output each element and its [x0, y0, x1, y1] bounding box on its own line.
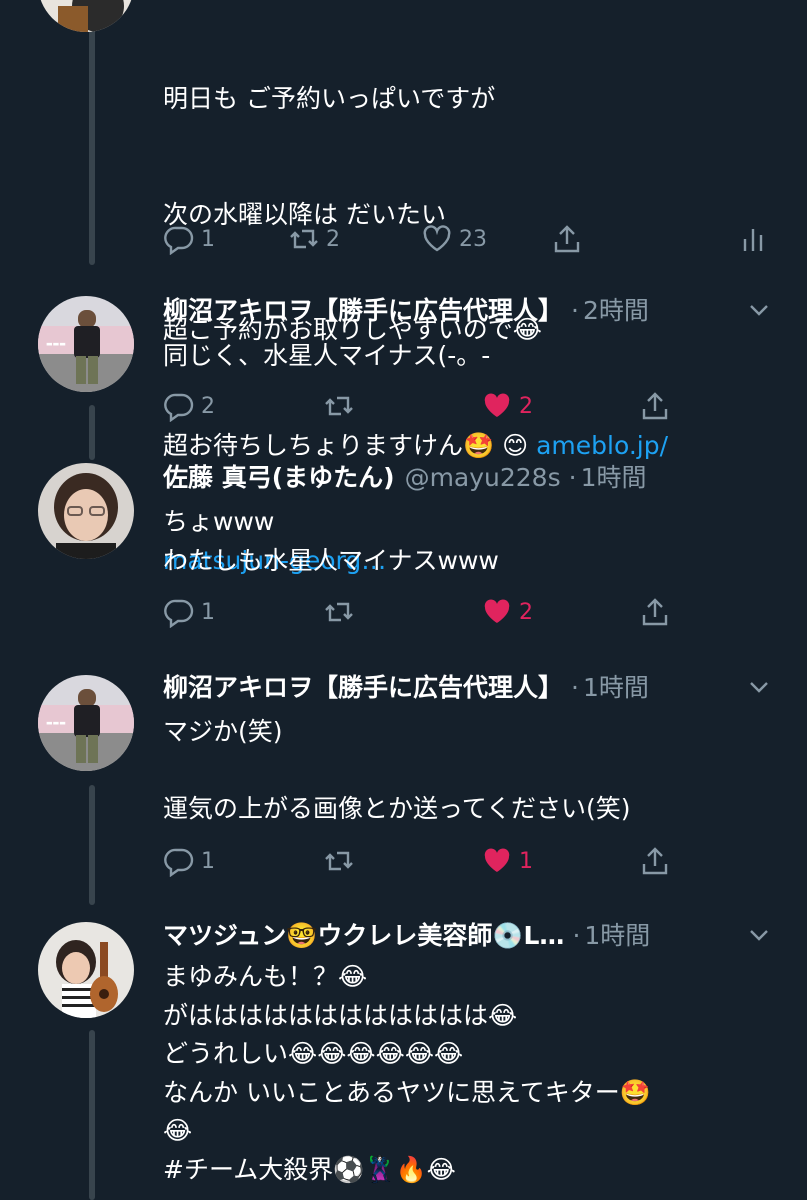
avatar[interactable]: ▬▬▬ — [38, 675, 134, 771]
like-icon — [484, 393, 510, 417]
reply-icon — [164, 599, 194, 628]
timestamp[interactable]: 1時間 — [581, 459, 647, 497]
tweet-text: ちょwww わたしも水星人マイナスwww — [163, 507, 499, 575]
analytics-icon — [743, 229, 763, 251]
retweet-icon — [325, 396, 353, 416]
share-icon — [642, 392, 668, 420]
reply-icon — [164, 393, 194, 422]
retweet-icon — [290, 229, 318, 249]
reply-icon — [164, 226, 194, 255]
like-icon — [423, 225, 451, 252]
reply-count: 2 — [201, 393, 215, 419]
analytics-button[interactable] — [737, 219, 769, 259]
like-button[interactable]: 2 — [481, 592, 533, 632]
avatar[interactable] — [38, 463, 134, 559]
tweet-text: まゆみんも！？😂 がはははははははははははは😂 どうれしい😂😂😂😂😂😂 なんか … — [163, 962, 651, 1184]
display-name[interactable]: 佐藤 真弓(まゆたん) — [163, 459, 395, 497]
like-count: 2 — [519, 599, 533, 625]
svg-text:▬▬▬: ▬▬▬ — [46, 340, 66, 348]
retweet-icon — [325, 851, 353, 871]
tweet-actions: 2 2 — [163, 386, 763, 426]
separator-dot: · — [572, 921, 581, 950]
chevron-down-icon[interactable] — [745, 296, 773, 324]
share-button[interactable] — [639, 592, 671, 632]
timestamp[interactable]: 2時間 — [583, 292, 649, 330]
like-icon — [484, 848, 510, 872]
like-count: 2 — [519, 393, 533, 419]
chevron-down-icon[interactable] — [745, 673, 773, 701]
share-icon — [554, 225, 580, 253]
like-button[interactable]: 23 — [421, 219, 487, 259]
svg-text:▬▬▬: ▬▬▬ — [46, 719, 66, 727]
reply-count: 1 — [201, 848, 215, 874]
retweet-button[interactable]: 2 — [288, 219, 340, 259]
reply-icon — [164, 848, 194, 877]
timestamp[interactable]: 1時間 — [583, 669, 649, 707]
display-name[interactable]: 柳沼アキロヲ【勝手に広告代理人】 — [163, 292, 563, 330]
separator-dot: · — [571, 296, 579, 325]
username-handle[interactable]: @mayu228s — [405, 459, 561, 497]
retweet-button[interactable] — [323, 386, 361, 426]
share-button[interactable] — [639, 386, 671, 426]
reply-button[interactable]: 1 — [163, 592, 215, 632]
retweet-button[interactable] — [323, 841, 361, 881]
separator-dot: · — [571, 673, 579, 702]
like-count: 23 — [459, 226, 487, 252]
reply-button[interactable]: 1 — [163, 841, 215, 881]
tweet-text: マジか(笑) 運気の上がる画像とか送ってください(笑) — [163, 717, 631, 823]
tweet-line: 超お待ちしちょりますけん🤩 😊 — [163, 430, 537, 460]
like-button[interactable]: 1 — [481, 841, 533, 881]
thread-line — [89, 405, 95, 460]
share-icon — [642, 847, 668, 875]
reply-count: 1 — [201, 599, 215, 625]
thread-line — [89, 1030, 95, 1200]
chevron-down-icon[interactable] — [745, 921, 773, 949]
reply-button[interactable]: 1 — [163, 219, 215, 259]
reply-button[interactable]: 2 — [163, 386, 215, 426]
share-icon — [642, 598, 668, 626]
share-button[interactable] — [639, 841, 671, 881]
retweet-icon — [325, 602, 353, 622]
tweet-link[interactable]: ameblo.jp/ — [536, 431, 668, 460]
display-name[interactable]: マツジュン🤓ウクレレ美容師💿L… — [163, 917, 564, 955]
tweet-actions: 1 2 — [163, 592, 763, 632]
like-button[interactable]: 2 — [481, 386, 533, 426]
like-count: 1 — [519, 848, 533, 874]
tweet-text: 同じく、水星人マイナス(-。- — [163, 341, 491, 370]
thread-line — [89, 785, 95, 905]
separator-dot: · — [568, 463, 577, 492]
avatar[interactable] — [38, 922, 134, 1018]
tweet-actions: 1 1 — [163, 841, 763, 881]
reply-count: 1 — [201, 226, 215, 252]
retweet-button[interactable] — [323, 592, 361, 632]
avatar[interactable]: ▬▬▬ — [38, 296, 134, 392]
tweet-actions: 1 2 23 — [163, 219, 763, 259]
thread-line — [89, 0, 95, 265]
like-icon — [484, 599, 510, 623]
tweet-line: 明日も ご予約いっぱいですが — [163, 84, 496, 113]
timestamp[interactable]: 1時間 — [584, 917, 650, 955]
share-button[interactable] — [551, 219, 583, 259]
retweet-count: 2 — [326, 226, 340, 252]
display-name[interactable]: 柳沼アキロヲ【勝手に広告代理人】 — [163, 669, 563, 707]
avatar[interactable] — [38, 0, 134, 32]
